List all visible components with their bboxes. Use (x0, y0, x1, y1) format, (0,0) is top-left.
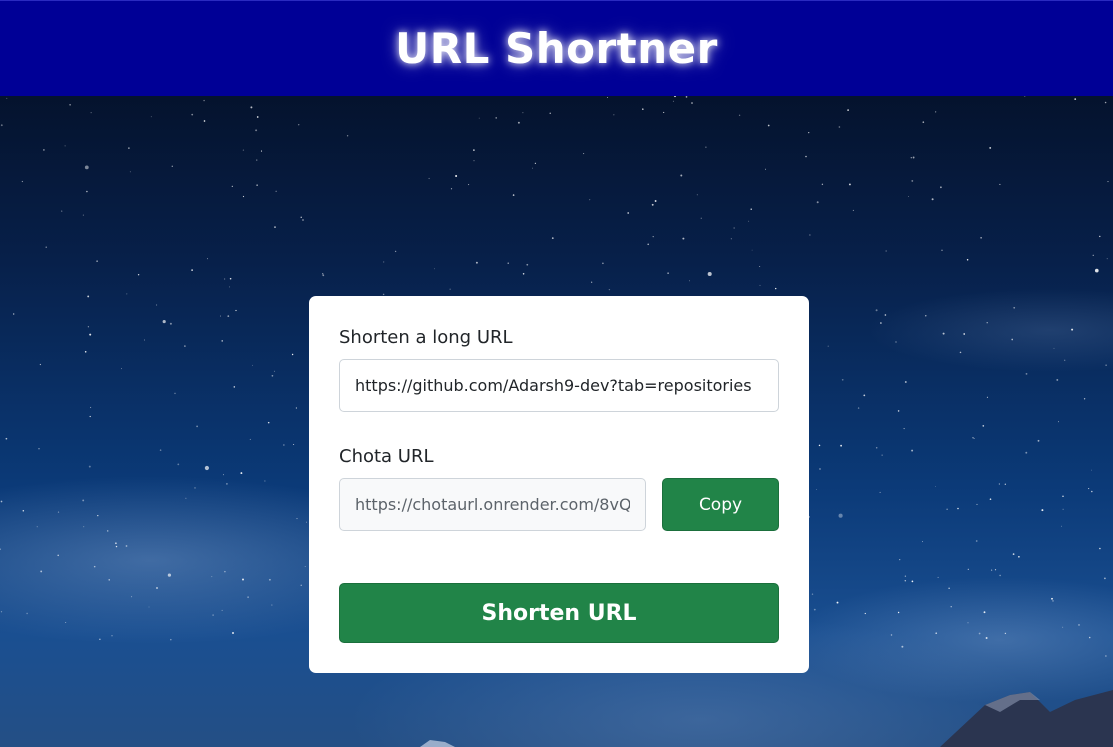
long-url-label: Shorten a long URL (339, 327, 513, 348)
long-url-input[interactable] (339, 359, 779, 412)
app-header: URL Shortner (0, 0, 1113, 96)
shorten-url-button[interactable]: Shorten URL (339, 583, 779, 643)
shortener-card: Shorten a long URL Chota URL Copy Shorte… (309, 296, 809, 673)
page-title: URL Shortner (395, 24, 718, 73)
short-url-row: Copy (339, 478, 779, 531)
short-url-label: Chota URL (339, 446, 434, 467)
copy-button[interactable]: Copy (662, 478, 779, 531)
short-url-output[interactable] (339, 478, 646, 531)
